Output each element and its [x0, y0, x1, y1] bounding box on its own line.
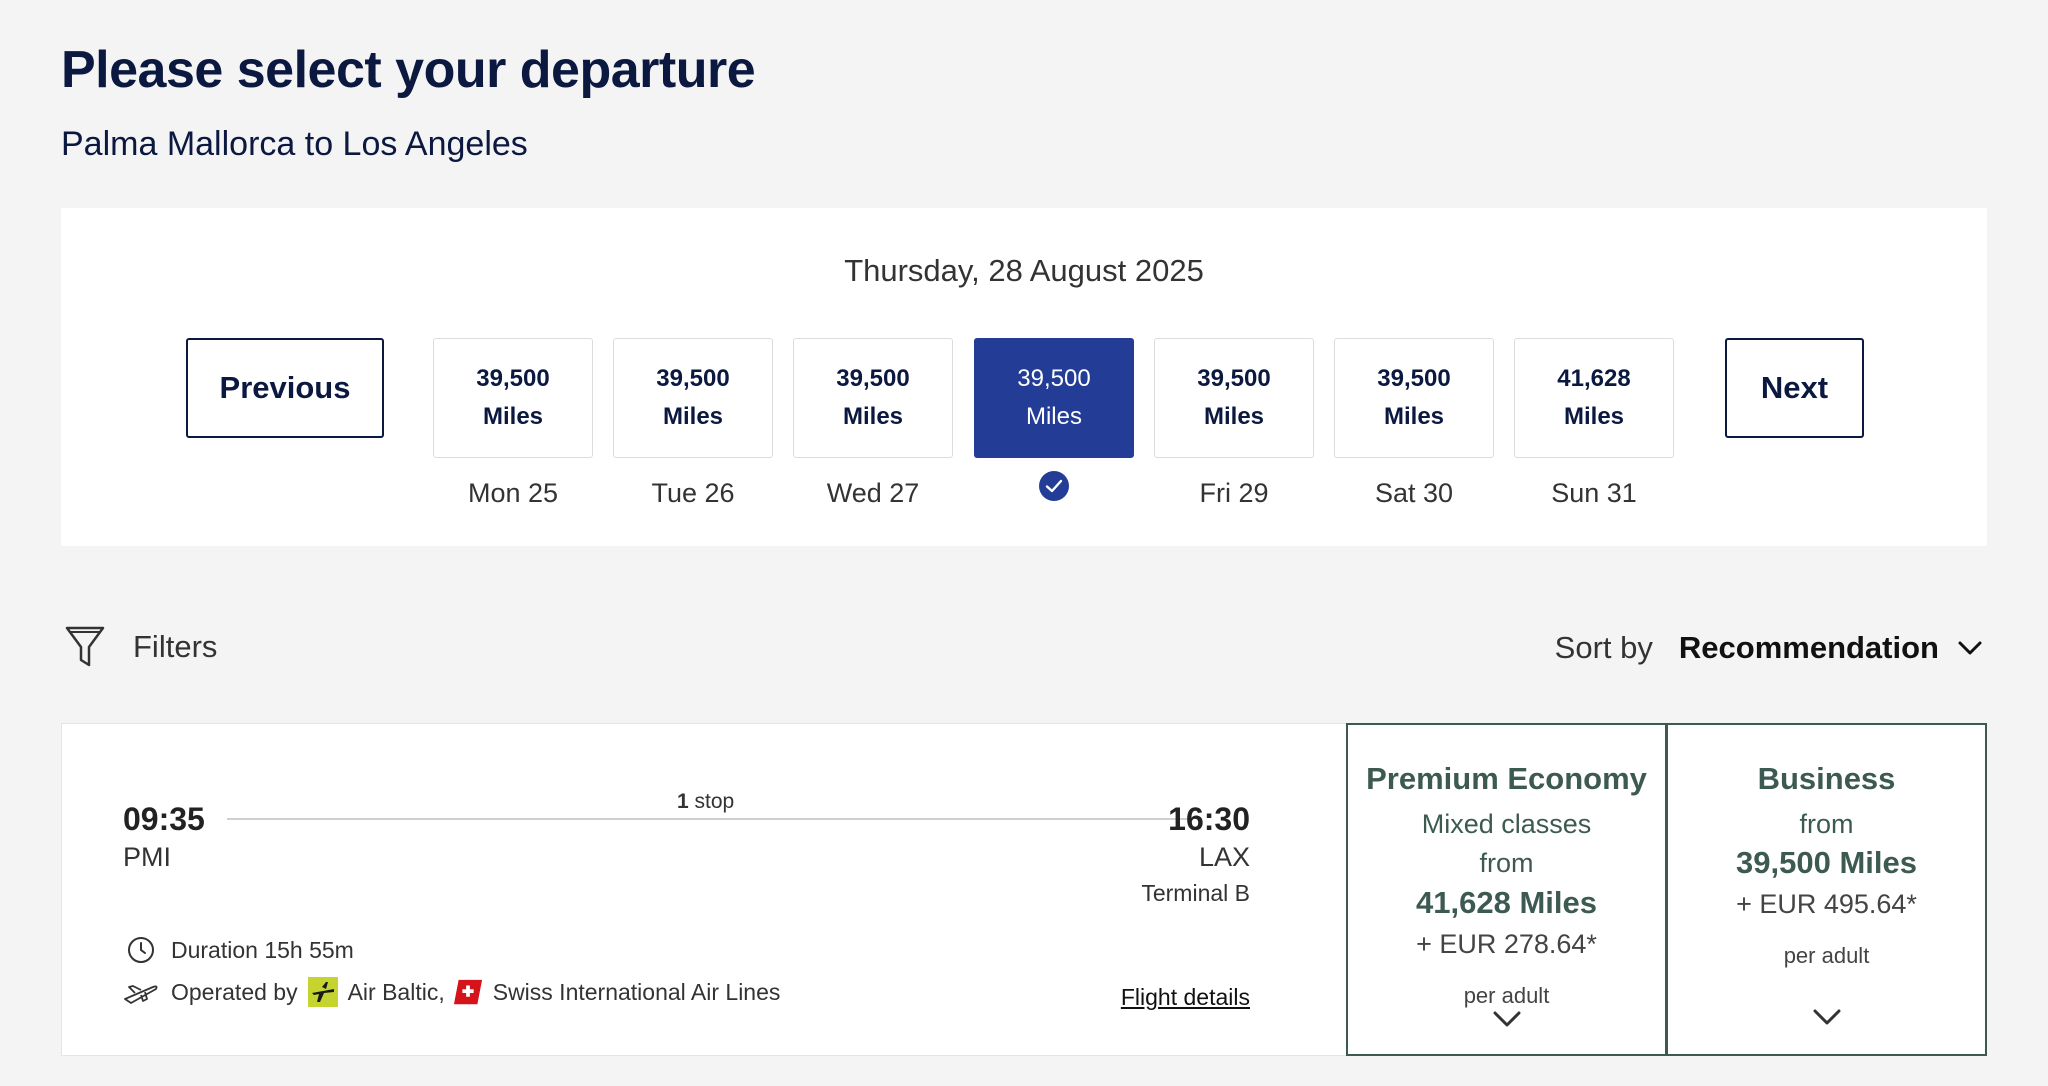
fare-note: Mixed classes: [1421, 809, 1592, 839]
fare-per-adult: per adult: [1463, 983, 1550, 1008]
day-card-fri-29[interactable]: 39,500 Miles: [1154, 338, 1314, 458]
day-card-sat-30[interactable]: 39,500 Miles: [1334, 338, 1494, 458]
departure-time: 09:35: [123, 801, 205, 837]
day-card-tue-26[interactable]: 39,500 Miles: [613, 338, 773, 458]
route-subtitle: Palma Mallorca to Los Angeles: [61, 125, 528, 163]
day-card-sun-31[interactable]: 41,628 Miles: [1514, 338, 1674, 458]
fare-class-name: Premium Economy: [1366, 761, 1647, 796]
day-label: Tue 26: [651, 478, 735, 508]
chevron-down-icon[interactable]: [1957, 640, 1983, 656]
day-label: Sat 30: [1374, 478, 1454, 508]
stops-count: 1: [677, 790, 689, 813]
chevron-down-icon[interactable]: [1811, 1008, 1843, 1028]
departure-airport: PMI: [123, 842, 172, 872]
day-unit: Miles: [842, 403, 904, 430]
fare-class-name: Business: [1757, 761, 1896, 796]
date-selector-panel: Thursday, 28 August 2025 Previous 39,500…: [61, 208, 1987, 546]
operated-by-label: Operated by: [171, 978, 298, 1005]
day-miles: 39,500: [1017, 365, 1091, 392]
duration-text: Duration 15h 55m: [171, 936, 354, 963]
air-baltic-logo: [307, 977, 338, 1007]
filters-button[interactable]: Filters: [65, 625, 217, 669]
day-label: Fri 29: [1199, 478, 1269, 508]
sort-control: Sort by Recommendation: [1555, 630, 1983, 666]
filters-label: Filters: [133, 629, 218, 664]
plane-icon: [124, 985, 158, 1004]
day-unit: Miles: [1563, 403, 1625, 430]
fare-premium-economy[interactable]: Premium Economy Mixed classes from 41,62…: [1346, 723, 1667, 1056]
previous-button[interactable]: Previous: [186, 338, 384, 438]
fare-business[interactable]: Business from 39,500 Miles + EUR 495.64*…: [1666, 723, 1987, 1056]
day-card-wed-27[interactable]: 39,500 Miles: [793, 338, 953, 458]
fare-miles: 41,628 Miles: [1416, 885, 1597, 920]
sort-label: Sort by: [1554, 630, 1653, 665]
day-card-mon-25[interactable]: 39,500 Miles: [433, 338, 593, 458]
flight-details-link[interactable]: Flight details: [1121, 984, 1250, 1011]
airline-name: Swiss International Air Lines: [492, 978, 781, 1005]
swiss-logo: [453, 977, 483, 1007]
day-miles: 39,500: [836, 365, 910, 392]
day-unit: Miles: [1025, 403, 1082, 430]
day-unit: Miles: [482, 403, 544, 430]
arrival-terminal: Terminal B: [1141, 880, 1250, 906]
day-card-thu-28-selected[interactable]: 39,500 Miles: [974, 338, 1134, 458]
duration-row: Duration 15h 55m: [127, 936, 354, 964]
day-unit: Miles: [662, 403, 724, 430]
day-unit: Miles: [1203, 403, 1265, 430]
flight-result-card: 09:35 PMI 1 stop 16:30 LAX Terminal B Du…: [61, 723, 1987, 1056]
page-title: Please select your departure: [61, 41, 756, 99]
arrival-time: 16:30: [1168, 801, 1250, 837]
day-miles: 41,628: [1557, 365, 1631, 392]
day-label: Sun 31: [1551, 478, 1637, 508]
fare-eur: + EUR 495.64*: [1736, 889, 1917, 919]
airline-name: Air Baltic,: [347, 978, 445, 1005]
fare-from: from: [1479, 848, 1534, 878]
fare-eur: + EUR 278.64*: [1416, 929, 1597, 959]
day-miles: 39,500: [476, 365, 550, 392]
fare-per-adult: per adult: [1783, 943, 1870, 968]
chevron-down-icon[interactable]: [1491, 1010, 1523, 1030]
arrival-airport: LAX: [1198, 842, 1250, 872]
next-button[interactable]: Next: [1725, 338, 1864, 438]
clock-icon: [128, 937, 154, 963]
day-miles: 39,500: [1197, 365, 1271, 392]
stops-info: 1 stop: [677, 790, 734, 814]
check-circle-icon: [1039, 471, 1069, 501]
fare-miles: 39,500 Miles: [1736, 845, 1917, 880]
fare-from: from: [1799, 809, 1854, 839]
day-unit: Miles: [1383, 403, 1445, 430]
day-miles: 39,500: [1377, 365, 1451, 392]
filter-funnel-icon: [65, 626, 105, 667]
sort-dropdown[interactable]: Recommendation: [1679, 630, 1939, 666]
route-line: [227, 818, 1191, 820]
stops-word: stop: [694, 790, 735, 813]
day-miles: 39,500: [656, 365, 730, 392]
day-label: Wed 27: [826, 478, 920, 508]
selected-date-heading: Thursday, 28 August 2025: [844, 253, 1204, 288]
operated-by-row: Operated by Air Baltic, Swiss Internatio…: [123, 977, 780, 1007]
day-label: Mon 25: [467, 478, 559, 508]
